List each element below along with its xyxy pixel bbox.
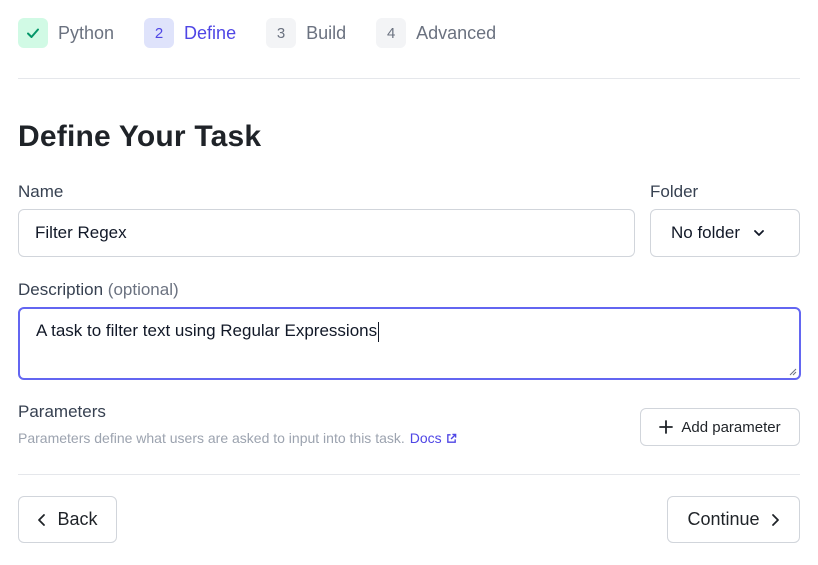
text-caret — [378, 321, 380, 342]
external-link-icon — [446, 433, 456, 443]
description-textarea[interactable]: A task to filter text using Regular Expr… — [18, 307, 801, 380]
name-input[interactable]: Filter Regex — [18, 209, 635, 257]
parameters-help: Parameters define what users are asked t… — [18, 430, 457, 446]
step-define-label: Define — [184, 22, 237, 43]
parameters-title: Parameters — [18, 402, 106, 421]
chevron-down-icon — [754, 230, 764, 236]
docs-link-label: Docs — [409, 430, 442, 446]
step-build[interactable]: 3 Build — [266, 18, 346, 48]
step-advanced-label: Advanced — [416, 22, 497, 43]
description-label: Description (optional) — [18, 280, 179, 300]
add-parameter-button[interactable]: Add parameter — [640, 408, 800, 446]
description-textarea-value: A task to filter text using Regular Expr… — [36, 321, 378, 340]
page-title: Define Your Task — [18, 120, 262, 153]
folder-select[interactable]: No folder — [650, 209, 800, 257]
folder-label: Folder — [650, 182, 699, 201]
folder-select-value: No folder — [671, 223, 740, 242]
continue-button[interactable]: Continue — [667, 496, 800, 543]
step-build-badge: 3 — [266, 18, 297, 48]
footer-divider — [18, 474, 800, 475]
step-define[interactable]: 2 Define — [144, 18, 236, 48]
name-input-value: Filter Regex — [35, 223, 127, 242]
continue-label: Continue — [687, 509, 760, 529]
step-build-label: Build — [306, 22, 347, 43]
resize-handle-icon[interactable] — [787, 366, 797, 376]
optional-label: (optional) — [107, 280, 179, 299]
step-python[interactable]: Python — [18, 18, 114, 48]
parameters-help-text: Parameters define what users are asked t… — [18, 430, 405, 446]
step-advanced[interactable]: 4 Advanced — [376, 18, 496, 48]
add-parameter-label: Add parameter — [681, 418, 781, 436]
check-icon — [27, 28, 39, 38]
header-divider — [18, 78, 800, 79]
step-advanced-badge: 4 — [376, 18, 407, 48]
chevron-right-icon — [771, 513, 779, 526]
step-define-badge: 2 — [144, 18, 175, 48]
name-label: Name — [18, 182, 64, 201]
stepper: Python 2 Define 3 Build 4 Advanced — [18, 18, 526, 48]
back-label: Back — [57, 509, 98, 529]
step-python-badge — [18, 18, 48, 48]
docs-link[interactable]: Docs — [410, 430, 457, 446]
step-python-label: Python — [58, 22, 115, 43]
description-label-text: Description — [18, 280, 104, 299]
chevron-left-icon — [38, 513, 46, 526]
back-button[interactable]: Back — [18, 496, 117, 543]
plus-icon — [659, 420, 674, 434]
